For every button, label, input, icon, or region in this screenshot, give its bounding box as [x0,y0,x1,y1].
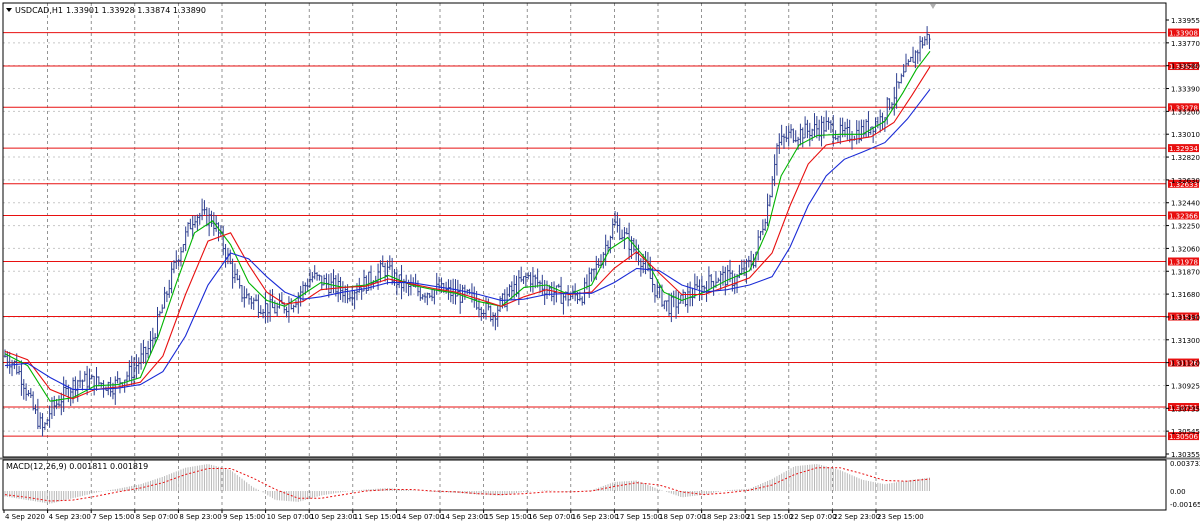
x-tick-label: 10 Sep 23:00 [310,513,357,521]
x-tick-label: 14 Sep 23:00 [441,513,488,521]
x-tick-label: 8 Sep 07:00 [136,513,178,521]
y-tick-label: 1.33770 [1171,40,1200,48]
macd-scale-min: -0.001652 [1170,501,1200,509]
x-tick-label: 15 Sep 15:00 [485,513,532,521]
y-tick-label: 1.31300 [1171,337,1200,345]
x-tick-label: 9 Sep 15:00 [223,513,265,521]
macd-scale-max: 0.003732 [1170,460,1200,468]
y-tick-label: 1.33955 [1171,17,1200,25]
x-tick-label: 23 Sep 15:00 [877,513,924,521]
level-tag-label: 1.32934 [1169,145,1198,153]
x-tick-label: 21 Sep 15:00 [746,513,793,521]
x-tick-label: 16 Sep 07:00 [528,513,575,521]
x-tick-label: 4 Sep 23:00 [49,513,91,521]
x-tick-label: 18 Sep 07:00 [659,513,706,521]
y-tick-label: 1.30355 [1171,451,1200,459]
x-tick-label: 10 Sep 07:00 [267,513,314,521]
y-tick-label: 1.32440 [1171,200,1200,208]
x-tick-label: 18 Sep 23:00 [703,513,750,521]
ohlc-label: 1.33901 1.33928 1.33874 1.33890 [66,6,206,15]
x-tick-label: 22 Sep 07:00 [790,513,837,521]
x-tick-label: 14 Sep 07:00 [397,513,444,521]
y-tick-label: 1.31490 [1171,314,1200,322]
symbol-label: USDCAD,H1 [15,6,63,15]
trading-chart: 1.339081.336261.332781.329341.326331.323… [0,0,1200,523]
y-tick-label: 1.32820 [1171,154,1200,162]
y-tick-label: 1.30735 [1171,405,1200,413]
y-tick-label: 1.30925 [1171,382,1200,390]
y-tick-label: 1.32250 [1171,223,1200,231]
x-tick-label: 11 Sep 15:00 [354,513,401,521]
x-tick-label: 17 Sep 15:00 [615,513,662,521]
y-tick-label: 1.31680 [1171,291,1200,299]
y-tick-label: 1.31870 [1171,268,1200,276]
y-tick-label: 1.32630 [1171,177,1200,185]
x-tick-label: 7 Sep 15:00 [92,513,134,521]
y-tick-label: 1.30545 [1171,428,1200,436]
level-tag-label: 1.31978 [1169,258,1198,266]
x-tick-label: 22 Sep 23:00 [833,513,880,521]
y-tick-label: 1.33010 [1171,131,1200,139]
y-tick-label: 1.33580 [1171,63,1200,71]
y-tick-label: 1.33390 [1171,86,1200,94]
x-tick-label: 8 Sep 23:00 [179,513,221,521]
macd-label: MACD(12,26,9) 0.001811 0.001819 [6,462,148,471]
y-tick-label: 1.32060 [1171,245,1200,253]
x-tick-label: 16 Sep 23:00 [572,513,619,521]
y-tick-label: 1.31110 [1171,360,1200,368]
macd-scale-zero: 0.00 [1170,488,1186,496]
x-tick-label: 4 Sep 2020 [5,513,45,521]
chart-header: USDCAD,H1 1.33901 1.33928 1.33874 1.3389… [6,6,206,15]
y-tick-label: 1.33200 [1171,108,1200,116]
level-tag-label: 1.33908 [1169,30,1198,38]
level-tag-label: 1.32366 [1169,212,1198,220]
